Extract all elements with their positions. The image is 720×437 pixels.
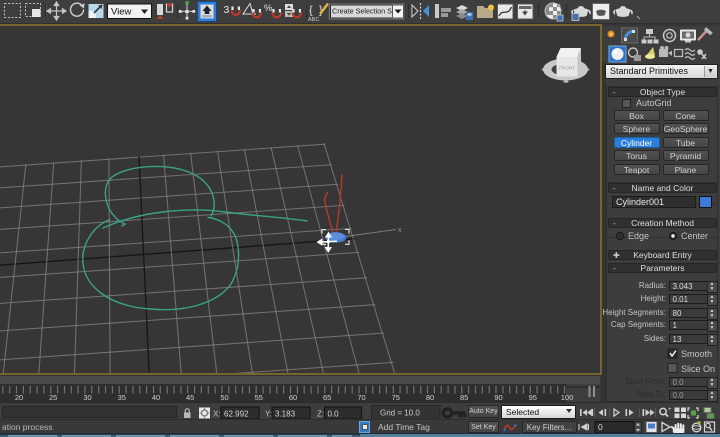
svg-text:35: 35 [118,393,126,402]
svg-text:%: % [264,3,273,14]
svg-text:View: View [111,7,132,18]
svg-text:25: 25 [49,393,57,402]
svg-text:Y:: Y: [265,410,272,419]
svg-text:60: 60 [289,393,297,402]
svg-text:Z:: Z: [317,410,324,419]
svg-text:Grid = 10.0: Grid = 10.0 [380,409,420,418]
svg-text:95: 95 [529,393,537,402]
svg-text:40: 40 [152,393,160,402]
svg-text:0.0: 0.0 [328,410,340,419]
svg-text:3.183: 3.183 [275,410,296,419]
svg-text:62.992: 62.992 [224,410,249,419]
svg-text:30: 30 [83,393,91,402]
svg-text:70: 70 [357,393,365,402]
svg-text:45: 45 [186,393,194,402]
svg-text:20: 20 [15,393,23,402]
svg-text:75: 75 [392,393,400,402]
svg-text:50: 50 [220,393,228,402]
svg-text:65: 65 [323,393,331,402]
svg-text:100: 100 [561,393,574,402]
svg-text:3: 3 [224,4,230,16]
svg-text:Create Selection Se: Create Selection Se [332,7,396,16]
svg-text:85: 85 [460,393,468,402]
svg-text:55: 55 [255,393,263,402]
svg-text:X:: X: [213,410,221,419]
svg-text:0: 0 [598,422,603,432]
svg-text:ABC: ABC [308,17,319,23]
svg-text:FRONT: FRONT [559,66,575,71]
svg-text:x: x [398,227,402,234]
svg-text:{: { [309,5,313,17]
svg-text:80: 80 [426,393,434,402]
svg-text:+: + [668,407,672,413]
svg-text:90: 90 [494,393,502,402]
